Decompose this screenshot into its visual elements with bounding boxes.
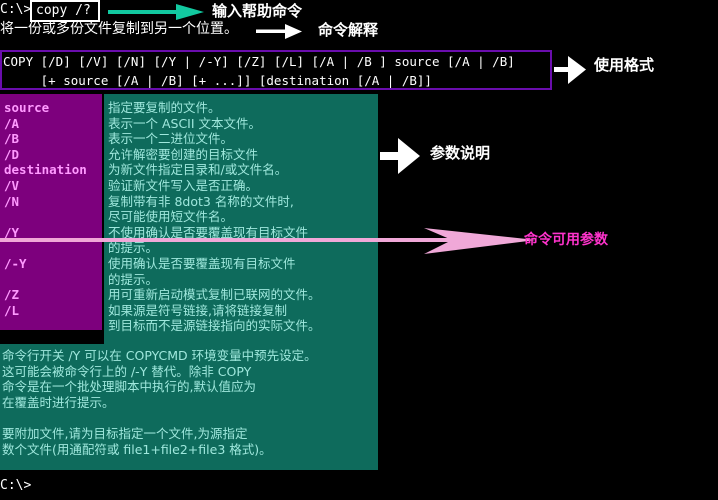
parameter-descriptions-panel: 指定要复制的文件。 表示一个 ASCII 文本文件。 表示一个二进位文件。 允许… (104, 94, 378, 344)
teal-arrow-right-icon (108, 4, 204, 20)
white-arrow-right-icon-3 (380, 138, 420, 174)
syntax-usage-box: COPY [/D] [/V] [/N] [/Y | /-Y] [/Z] [/L]… (0, 50, 552, 90)
syntax-line-2: [+ source [/A | /B] [+ ...]] [destinatio… (3, 73, 432, 88)
annotation-available-parameters: 命令可用参数 (524, 232, 608, 248)
copycmd-note-panel: 命令行开关 /Y 可以在 COPYCMD 环境变量中预先设定。 这可能会被命令行… (0, 344, 378, 470)
command-intro-line: 将一份或多份文件复制到另一个位置。 (0, 21, 238, 37)
annotation-usage-format: 使用格式 (594, 56, 655, 74)
typed-command-text: copy /? (36, 3, 91, 18)
copycmd-note-text: 命令行开关 /Y 可以在 COPYCMD 环境变量中预先设定。 这可能会被命令行… (2, 348, 317, 457)
pink-arrow-right-icon (0, 228, 536, 254)
white-arrow-right-icon-2 (554, 56, 586, 84)
annotation-input-help-command: 输入帮助命令 (212, 2, 303, 20)
top-prompt: C:\> (0, 2, 32, 17)
bottom-prompt: C:\> (0, 478, 32, 493)
parameters-list: source /A /B /D destination /V /N /Y /-Y… (4, 100, 87, 318)
annotation-parameter-description: 参数说明 (430, 144, 491, 162)
terminal-screenshot: C:\> copy /? 输入帮助命令 将一份或多份文件复制到另一个位置。 命令… (0, 0, 718, 500)
parameter-descriptions-list: 指定要复制的文件。 表示一个 ASCII 文本文件。 表示一个二进位文件。 允许… (108, 100, 321, 334)
annotation-command-explanation: 命令解释 (318, 21, 379, 39)
white-arrow-right-icon-1 (256, 24, 302, 39)
parameters-list-panel: source /A /B /D destination /V /N /Y /-Y… (0, 94, 102, 330)
syntax-line-1: COPY [/D] [/V] [/N] [/Y | /-Y] [/Z] [/L]… (3, 54, 515, 69)
